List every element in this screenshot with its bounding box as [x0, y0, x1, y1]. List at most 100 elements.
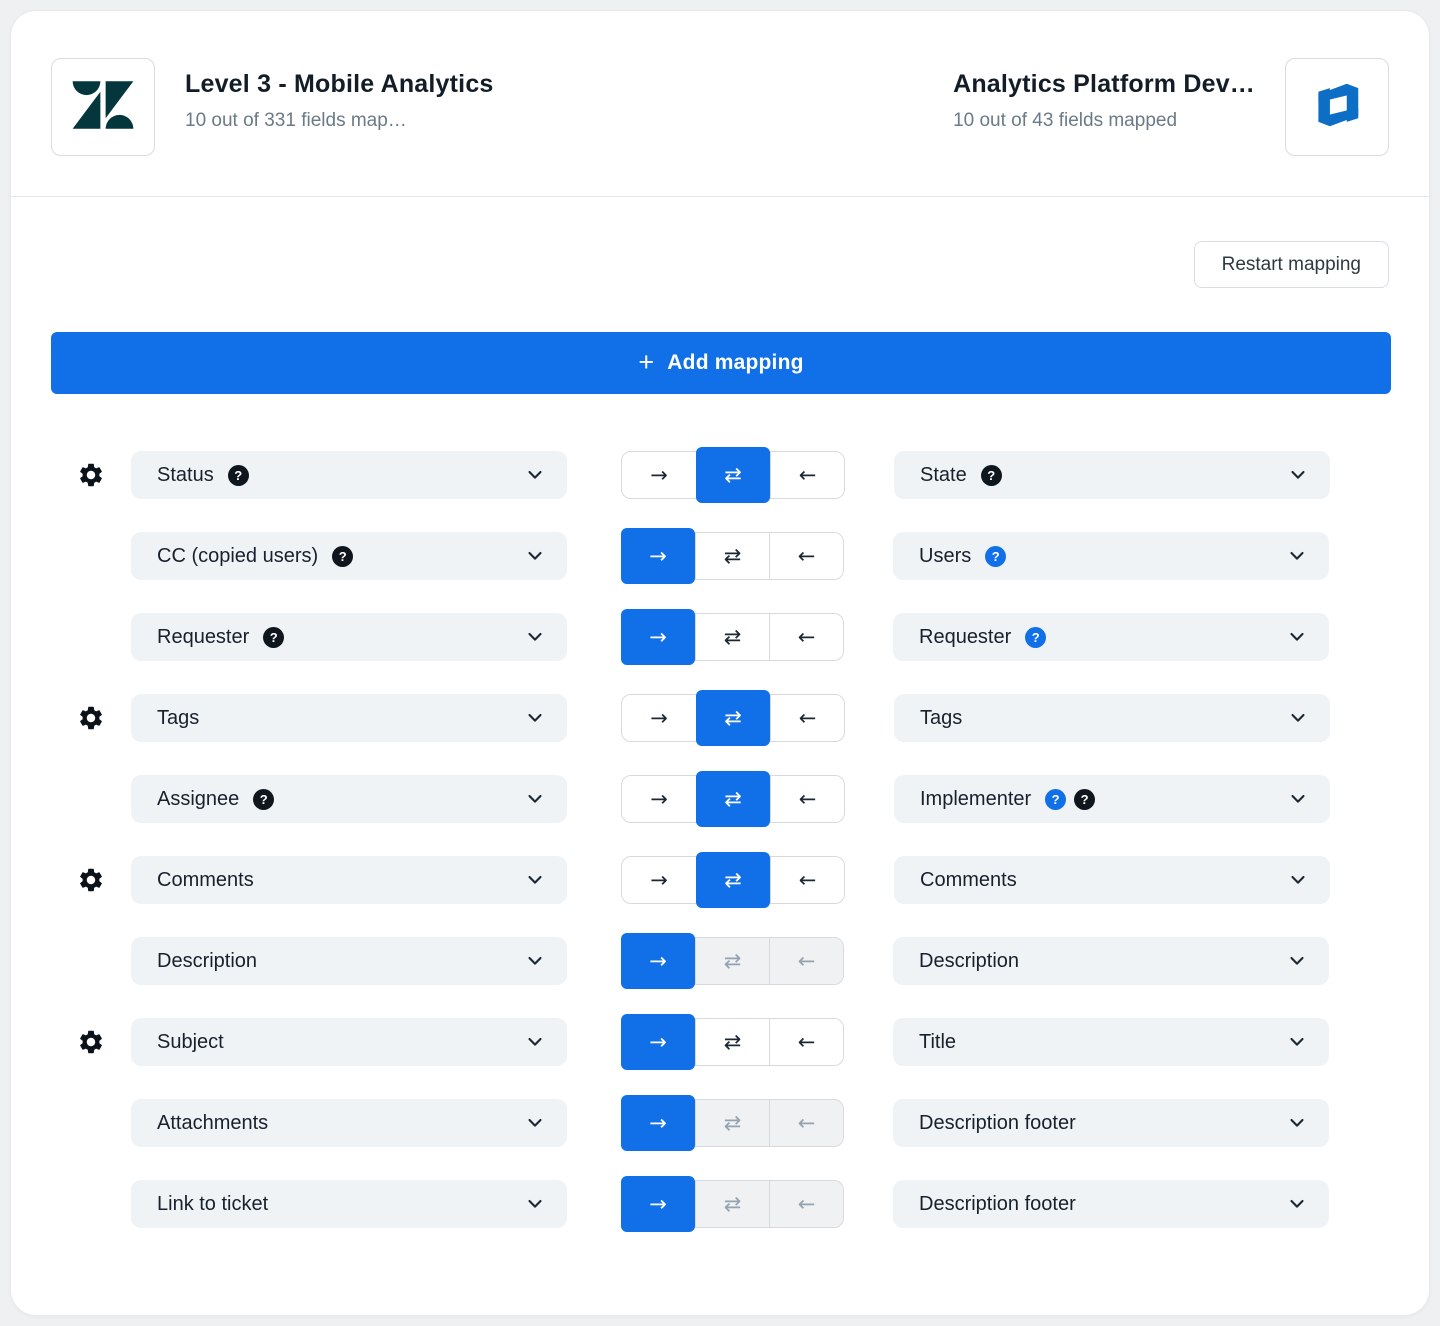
target-field-select[interactable]: Comments [894, 856, 1330, 904]
gear-icon[interactable] [77, 866, 105, 894]
target-field-select[interactable]: Requester ? [893, 613, 1329, 661]
gear-icon[interactable] [77, 1028, 105, 1056]
source-field-select[interactable]: Description [131, 937, 567, 985]
chevron-down-icon [525, 789, 545, 809]
direction-toggle: → ⇄ ← [621, 690, 845, 746]
target-field-select[interactable]: Description footer [893, 1099, 1329, 1147]
help-badge[interactable]: ? [1025, 626, 1047, 648]
help-badge[interactable]: ? [253, 788, 275, 810]
target-app-info: Analytics Platform Dev… 10 out of 43 fie… [953, 58, 1255, 132]
direction-left-button[interactable]: ← [770, 857, 844, 903]
source-badges: ? [227, 464, 249, 486]
source-badges: ? [332, 545, 354, 567]
target-field-select[interactable]: Title [893, 1018, 1329, 1066]
source-field-select[interactable]: Comments [131, 856, 567, 904]
mapping-row: CC (copied users) ? → ⇄ ← Users ? [51, 528, 1389, 584]
source-field-label: Attachments [157, 1111, 269, 1134]
help-badge[interactable]: ? [1045, 788, 1067, 810]
source-field-label: CC (copied users) [157, 544, 319, 567]
target-field-select[interactable]: State ? [894, 451, 1330, 499]
direction-left-button[interactable]: ← [770, 452, 844, 498]
gear-slot [51, 1028, 131, 1056]
target-field-select[interactable]: Implementer ?? [894, 775, 1330, 823]
help-badge[interactable]: ? [985, 545, 1007, 567]
direction-right-button[interactable]: → [622, 857, 696, 903]
gear-icon[interactable] [77, 461, 105, 489]
chevron-down-icon [1287, 1032, 1307, 1052]
gear-icon[interactable] [77, 704, 105, 732]
target-app-title: Analytics Platform Dev… [953, 70, 1255, 98]
direction-left-button[interactable]: ← [769, 533, 843, 579]
source-field-label: Requester [157, 625, 250, 648]
target-field-select[interactable]: Users ? [893, 532, 1329, 580]
chevron-down-icon [525, 1113, 545, 1133]
restart-mapping-button[interactable]: Restart mapping [1193, 241, 1389, 288]
source-field-label: Status [157, 463, 214, 486]
mapping-row: Status ? → ⇄ ← State ? [51, 447, 1389, 503]
chevron-down-icon [525, 1032, 545, 1052]
direction-right-button[interactable]: → [621, 609, 695, 665]
source-field-select[interactable]: Link to ticket [131, 1180, 567, 1228]
direction-both-button[interactable]: ⇄ [696, 771, 770, 827]
chevron-down-icon [1287, 1113, 1307, 1133]
direction-right-button[interactable]: → [621, 1095, 695, 1151]
direction-right-button[interactable]: → [621, 933, 695, 989]
direction-right-button[interactable]: → [621, 1014, 695, 1070]
source-field-select[interactable]: CC (copied users) ? [131, 532, 567, 580]
direction-right-button[interactable]: → [621, 1176, 695, 1232]
direction-right-button[interactable]: → [621, 528, 695, 584]
source-field-select[interactable]: Requester ? [131, 613, 567, 661]
zendesk-logo [70, 74, 136, 141]
source-field-select[interactable]: Subject [131, 1018, 567, 1066]
chevron-down-icon [1288, 708, 1308, 728]
mapping-row: Tags → ⇄ ← Tags [51, 690, 1389, 746]
source-field-select[interactable]: Assignee ? [131, 775, 567, 823]
target-field-select[interactable]: Description footer [893, 1180, 1329, 1228]
target-field-label: Users [919, 544, 972, 567]
plus-icon: + [638, 346, 655, 377]
help-badge[interactable]: ? [1074, 788, 1096, 810]
direction-both-button[interactable]: ⇄ [695, 614, 769, 660]
target-app-logo-box [1285, 58, 1389, 156]
source-field-label: Tags [157, 706, 200, 729]
target-field-select[interactable]: Description [893, 937, 1329, 985]
target-field-label: Description footer [919, 1111, 1076, 1134]
direction-left-button[interactable]: ← [770, 695, 844, 741]
direction-both-button: ⇄ [695, 1181, 769, 1227]
help-badge[interactable]: ? [980, 464, 1002, 486]
direction-toggle: → ⇄ ← [621, 447, 845, 503]
direction-both-button[interactable]: ⇄ [695, 533, 769, 579]
mapping-row: Assignee ? → ⇄ ← Implementer ?? [51, 771, 1389, 827]
source-field-select[interactable]: Attachments [131, 1099, 567, 1147]
help-badge[interactable]: ? [227, 464, 249, 486]
direction-left-button[interactable]: ← [770, 776, 844, 822]
source-field-select[interactable]: Status ? [131, 451, 567, 499]
add-mapping-button[interactable]: + Add mapping [51, 332, 1391, 394]
direction-right-button[interactable]: → [622, 776, 696, 822]
direction-both-button[interactable]: ⇄ [696, 690, 770, 746]
direction-toggle: → ⇄ ← [621, 609, 844, 665]
direction-both-button[interactable]: ⇄ [695, 1019, 769, 1065]
direction-toggle: → ⇄ ← [621, 852, 845, 908]
direction-right-button[interactable]: → [622, 695, 696, 741]
chevron-down-icon [525, 951, 545, 971]
gear-slot [51, 1190, 131, 1218]
gear-slot [51, 704, 131, 732]
target-field-select[interactable]: Tags [894, 694, 1330, 742]
gear-slot [51, 866, 131, 894]
target-badges: ? [980, 464, 1002, 486]
direction-right-button[interactable]: → [622, 452, 696, 498]
target-badges: ? [985, 545, 1007, 567]
chevron-down-icon [1287, 951, 1307, 971]
direction-both-button[interactable]: ⇄ [696, 852, 770, 908]
direction-toggle: → ⇄ ← [621, 933, 844, 989]
chevron-down-icon [525, 1194, 545, 1214]
source-field-select[interactable]: Tags [131, 694, 567, 742]
direction-both-button[interactable]: ⇄ [696, 447, 770, 503]
help-badge[interactable]: ? [332, 545, 354, 567]
direction-left-button[interactable]: ← [769, 1019, 843, 1065]
target-field-label: Tags [920, 706, 963, 729]
chevron-down-icon [1287, 627, 1307, 647]
help-badge[interactable]: ? [263, 626, 285, 648]
direction-left-button[interactable]: ← [769, 614, 843, 660]
